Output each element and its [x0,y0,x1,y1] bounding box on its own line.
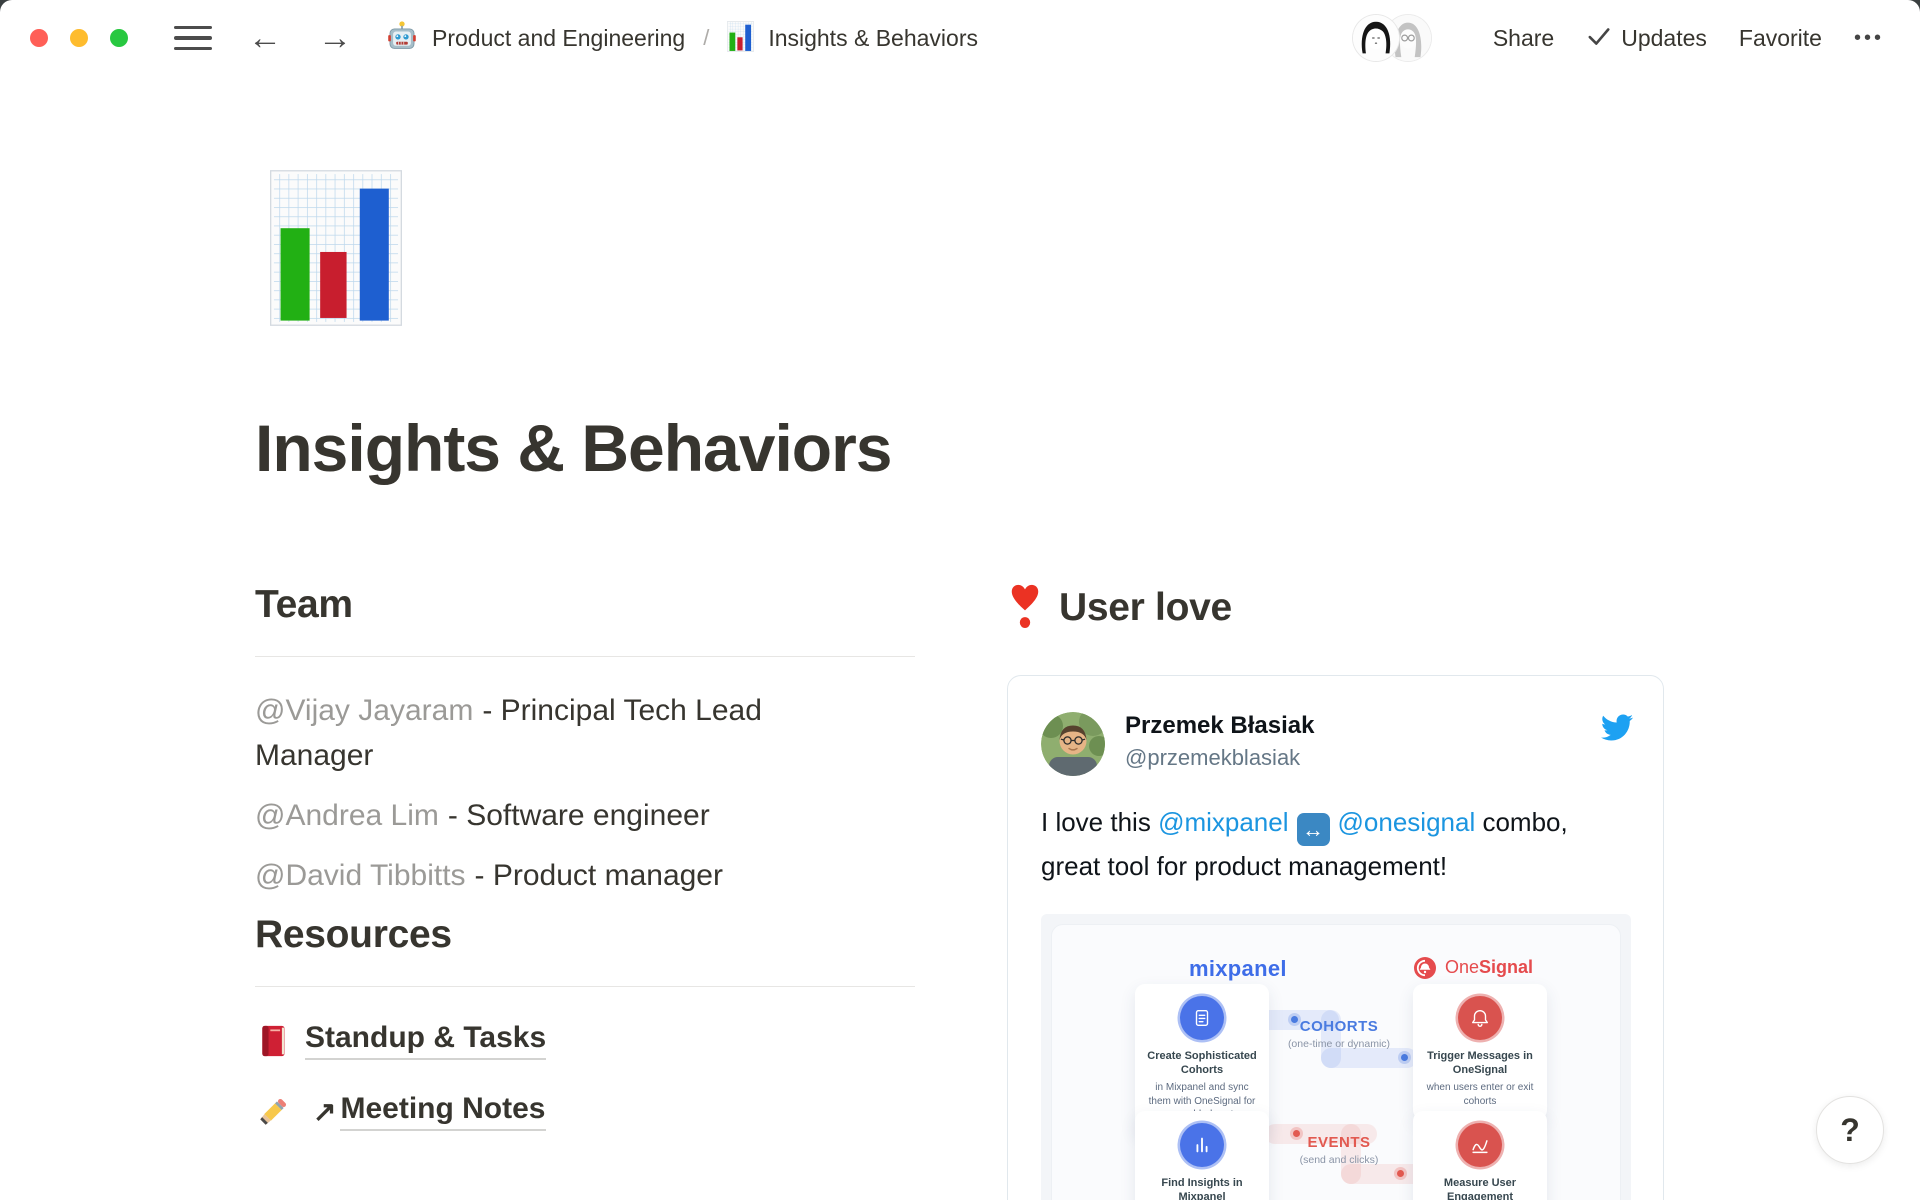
avatar-member-1[interactable] [1353,15,1399,61]
cohorts-sublabel: (one-time or dynamic) [1259,1038,1419,1050]
minimize-window-button[interactable] [70,29,88,47]
card-find-insights: Find Insights in Mixpanel with powerful … [1135,1111,1269,1200]
events-label: EVENTS [1259,1134,1419,1151]
cohorts-label: COHORTS [1259,1018,1419,1035]
resources-list: Standup & Tasks [255,1014,915,1139]
team-heading: Team [255,583,915,627]
team-list: @Vijay Jayaram- Principal Tech Lead Mana… [255,688,877,898]
document-icon [1180,996,1224,1040]
divider [255,986,915,987]
line-chart-icon [1458,1123,1502,1167]
team-member-row: @Vijay Jayaram- Principal Tech Lead Mana… [255,688,877,778]
card-subtitle: when users enter or exit cohorts [1422,1081,1538,1108]
more-options-button[interactable]: ••• [1854,27,1884,50]
flow-dot [1397,1170,1404,1177]
heart-exclamation-icon [1007,583,1043,634]
member-role: - Product manager [475,859,723,892]
page-title[interactable]: Insights & Behaviors [255,411,1920,487]
breadcrumb-separator: / [703,25,709,51]
team-member-row: @David Tibbitts - Product manager [255,853,877,898]
tweet-text: I love this @mixpanel↔@onesignal combo, … [1041,802,1633,887]
user-love-heading-row: User love [1007,583,1667,634]
breadcrumb-current[interactable]: Insights & Behaviors [768,25,978,52]
tweet-text-end: great tool for product management! [1041,846,1633,886]
tweet-author-block: Przemek Błasiak @przemekblasiak [1125,712,1601,771]
resource-link-label[interactable]: Meeting Notes [340,1092,545,1131]
tweet-author-handle[interactable]: @przemekblasiak [1125,745,1601,771]
bar-chart-emoji-icon [727,21,754,57]
updates-button[interactable]: Updates [1586,21,1707,55]
mention-mixpanel-link[interactable]: @mixpanel [1158,807,1288,837]
resource-link-meeting-notes[interactable]: ↗ Meeting Notes [255,1085,915,1139]
card-title: Create Sophisticated Cohorts [1144,1049,1260,1078]
twitter-bird-icon[interactable] [1601,714,1633,746]
right-column: User love [1007,583,1667,1200]
mention-vijay-jayaram[interactable]: @Vijay Jayaram [255,694,473,727]
member-role: - Software engineer [448,799,710,832]
card-title: Trigger Messages in OneSignal [1422,1049,1538,1078]
pencil-icon [255,1095,291,1129]
onesignal-logo: OneSignal [1413,956,1533,980]
resource-link-standup[interactable]: Standup & Tasks [255,1014,915,1068]
check-icon [1586,23,1612,55]
two-column-layout: Team @Vijay Jayaram- Principal Tech Lead… [255,583,1920,1200]
zoom-window-button[interactable] [110,29,128,47]
page-icon-bar-chart[interactable] [270,169,402,327]
card-title: Find Insights in Mixpanel [1144,1176,1260,1200]
user-love-heading: User love [1059,586,1232,630]
breadcrumb-parent[interactable]: Product and Engineering [432,25,685,52]
divider [255,656,915,657]
mention-onesignal-link[interactable]: @onesignal [1338,807,1476,837]
card-trigger-messages: Trigger Messages in OneSignal when users… [1413,984,1547,1121]
close-window-button[interactable] [30,29,48,47]
flow-dot [1401,1054,1408,1061]
events-label-block: EVENTS (send and clicks) [1259,1134,1419,1166]
tweet-text-mid: combo, [1475,807,1568,837]
page-body: Insights & Behaviors Team @Vijay Jayaram… [0,169,1920,1200]
card-title: Measure User Engagement [1422,1176,1538,1200]
card-measure-engagement: Measure User Engagement with messages, t… [1413,1111,1547,1200]
back-button[interactable]: ← [248,21,282,55]
red-book-icon [255,1024,291,1058]
top-bar: ← → Product and Engineering / [0,0,1920,76]
tweet-author-name[interactable]: Przemek Błasiak [1125,712,1601,740]
mixpanel-logo: mixpanel [1189,956,1287,982]
mention-david-tibbitts[interactable]: @David Tibbitts [255,859,466,892]
bell-icon [1458,996,1502,1040]
resources-heading: Resources [255,913,915,957]
robot-emoji-icon [386,20,418,57]
share-button[interactable]: Share [1493,25,1554,52]
mention-andrea-lim[interactable]: @Andrea Lim [255,799,439,832]
tweet-image-mixpanel-onesignal-diagram[interactable]: mixpanel OneSignal [1041,914,1631,1200]
onesignal-bell-icon [1413,956,1437,980]
events-sublabel: (send and clicks) [1259,1154,1419,1166]
left-column: Team @Vijay Jayaram- Principal Tech Lead… [255,583,915,1200]
tweet-embed-card: Przemek Błasiak @przemekblasiak I love t… [1007,675,1664,1200]
forward-button[interactable]: → [318,21,352,55]
team-member-row: @Andrea Lim - Software engineer [255,793,877,838]
updates-label: Updates [1621,25,1707,52]
notion-window: ← → Product and Engineering / [0,0,1920,1200]
tweet-header: Przemek Błasiak @przemekblasiak [1041,712,1633,776]
cohorts-label-block: COHORTS (one-time or dynamic) [1259,1018,1419,1050]
tweet-text-start: I love this [1041,807,1158,837]
favorite-button[interactable]: Favorite [1739,25,1822,52]
external-link-arrow-icon: ↗ [313,1095,336,1128]
left-right-arrow-emoji: ↔ [1297,813,1330,846]
tweet-author-avatar[interactable] [1041,712,1105,776]
bar-chart-icon [1180,1123,1224,1167]
onesignal-logo-text: OneSignal [1445,957,1533,978]
resource-link-label[interactable]: Standup & Tasks [305,1021,546,1060]
sidebar-toggle-icon[interactable] [174,26,212,51]
member-avatars[interactable] [1353,15,1431,61]
help-button[interactable]: ? [1816,1096,1884,1164]
